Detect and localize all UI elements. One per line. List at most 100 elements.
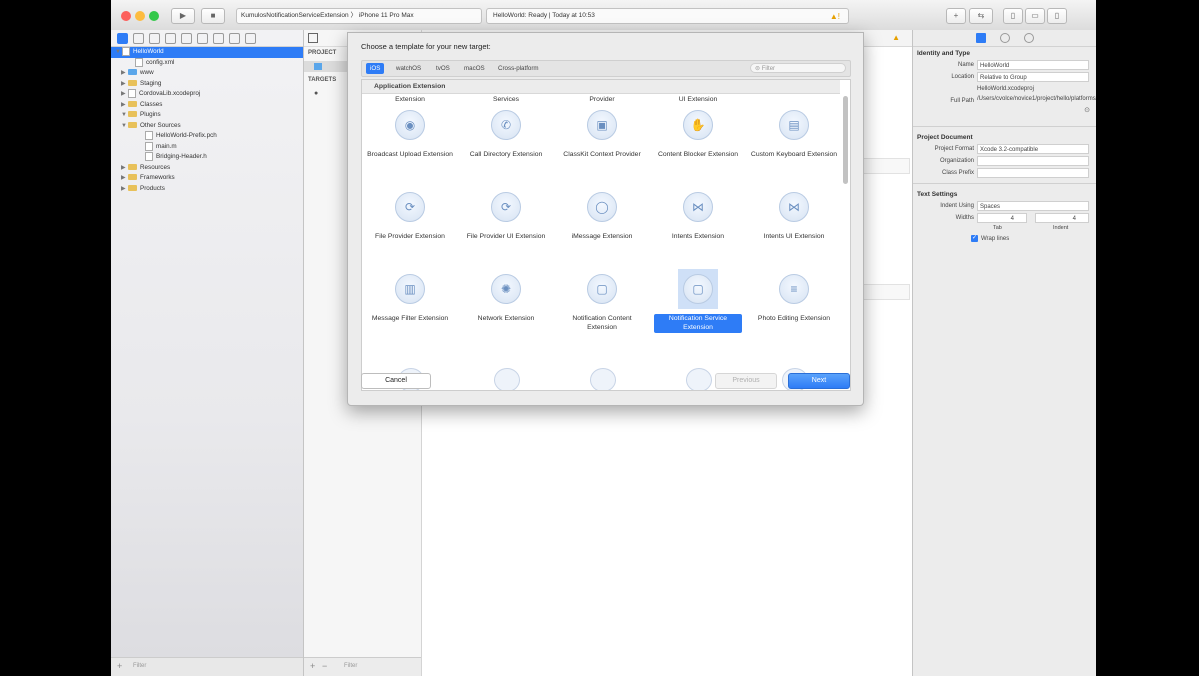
tree-item-frameworks[interactable]: ▶ Frameworks <box>111 173 303 184</box>
location-file: HelloWorld.xcodeproj <box>977 86 1034 92</box>
code-review-button[interactable]: ⇆ <box>969 8 993 24</box>
report-icon[interactable] <box>245 32 256 44</box>
tab-watchos[interactable]: watchOS <box>392 63 425 74</box>
minimize-window-button[interactable] <box>135 11 145 21</box>
template-label-partial[interactable]: Services <box>458 96 554 103</box>
disclosure-closed-icon: ▶ <box>121 101 126 108</box>
wrap-lines-label: Wrap lines <box>981 236 1010 242</box>
tree-item-bridging-header[interactable]: Bridging-Header.h <box>111 152 303 163</box>
toggle-navigator-button[interactable]: ▯ <box>1003 8 1023 24</box>
template-label-partial[interactable]: Provider <box>554 96 650 103</box>
folder-icon <box>128 163 137 170</box>
project-document-header: Project Document <box>917 134 973 141</box>
message-bubble-icon: ◯ <box>587 192 617 222</box>
indent-using-select[interactable]: Spaces <box>977 201 1089 211</box>
search-icon[interactable] <box>165 32 176 44</box>
project-icon <box>314 63 322 70</box>
tree-item-cordovalib[interactable]: ▶ CordovaLib.xcodeproj <box>111 89 303 100</box>
trash-filter-icon: ▥ <box>395 274 425 304</box>
template-label: File Provider UI Extension <box>466 233 546 240</box>
class-prefix-field[interactable] <box>977 168 1089 178</box>
tree-label: HelloWorld <box>133 48 164 56</box>
toggle-inspector-button[interactable]: ▯ <box>1047 8 1067 24</box>
scheme-selector[interactable]: KumulosNotificationServiceExtension 〉 iP… <box>236 8 482 24</box>
debug-icon[interactable] <box>213 32 224 44</box>
folder-icon[interactable] <box>117 32 128 44</box>
full-path-row: Full Path /Users/cvolce/novice1/project/… <box>913 96 1096 122</box>
inspector-tabs <box>913 30 1096 47</box>
test-icon[interactable] <box>197 32 208 44</box>
cancel-button[interactable]: Cancel <box>361 373 431 389</box>
full-path-value: /Users/cvolce/novice1/project/hello/plat… <box>977 96 1096 102</box>
tree-label: Classes <box>140 100 163 108</box>
tree-item-other-sources[interactable]: ▼ Other Sources <box>111 121 303 132</box>
template-label-partial[interactable]: Extension <box>362 96 458 103</box>
tree-item-www[interactable]: ▶ www <box>111 68 303 79</box>
editor-mode-icon[interactable] <box>308 33 318 43</box>
run-button[interactable]: ▶ <box>171 8 195 24</box>
tree-item-prefix-pch[interactable]: HelloWorld-Prefix.pch <box>111 131 303 142</box>
close-window-button[interactable] <box>121 11 131 21</box>
organization-field[interactable] <box>977 156 1089 166</box>
target-app-icon[interactable]: ● <box>314 90 318 97</box>
warning-icon[interactable]: ▲ <box>892 33 900 42</box>
navigator-filter-input[interactable]: Filter <box>133 663 146 669</box>
sidebar-right-icon: ▯ <box>1054 11 1060 20</box>
folder-icon <box>128 79 137 86</box>
xml-file-icon <box>135 57 143 67</box>
header-file-icon <box>145 131 153 140</box>
notification-icon: ▢ <box>683 274 713 304</box>
source-control-icon[interactable] <box>133 32 144 44</box>
plus-icon: + <box>953 11 959 20</box>
partial-template-icon[interactable] <box>494 368 520 390</box>
tab-caption: Tab <box>993 225 1002 231</box>
notification-icon-glyph: ▢ <box>596 282 608 296</box>
tree-item-resources[interactable]: ▶ Resources <box>111 163 303 174</box>
reveal-in-finder-icon[interactable]: ⊙ <box>1084 106 1090 114</box>
add-icon[interactable]: + <box>117 661 122 671</box>
location-select[interactable]: Relative to Group <box>977 72 1089 82</box>
next-button[interactable]: Next <box>788 373 850 389</box>
tree-item-helloworld[interactable]: ▼ HelloWorld <box>111 47 303 58</box>
grid-scrollbar[interactable] <box>843 96 848 184</box>
partial-template-icon[interactable] <box>686 368 712 390</box>
tree-item-products[interactable]: ▶ Products <box>111 184 303 195</box>
toggle-debug-button[interactable]: ▭ <box>1025 8 1045 24</box>
add-target-icon[interactable]: + <box>310 661 315 671</box>
tree-item-plugins[interactable]: ▼ Plugins <box>111 110 303 121</box>
tab-width-stepper[interactable]: 4 <box>977 213 1027 223</box>
issue-icon[interactable] <box>181 32 192 44</box>
stop-button[interactable]: ■ <box>201 8 225 24</box>
scheme-name: KumulosNotificationServiceExtension <box>241 12 349 19</box>
xcode-window: ▶ ■ KumulosNotificationServiceExtension … <box>111 0 1096 676</box>
disclosure-open-icon: ▼ <box>115 49 121 56</box>
library-button[interactable]: + <box>946 8 966 24</box>
remove-target-icon[interactable]: − <box>322 661 327 671</box>
file-inspector-icon[interactable] <box>975 33 986 43</box>
tree-item-classes[interactable]: ▶ Classes <box>111 100 303 111</box>
warning-icon[interactable]: ▲! <box>830 10 840 24</box>
zoom-window-button[interactable] <box>149 11 159 21</box>
tab-macos[interactable]: macOS <box>460 63 489 74</box>
history-icon[interactable] <box>999 33 1010 43</box>
tab-tvos[interactable]: tvOS <box>432 63 454 74</box>
tab-ios[interactable]: iOS <box>366 63 385 74</box>
tree-item-config[interactable]: config.xml <box>111 57 303 69</box>
previous-button[interactable]: Previous <box>715 373 777 389</box>
indent-width-stepper[interactable]: 4 <box>1035 213 1089 223</box>
targets-filter-input[interactable]: Filter <box>344 663 357 669</box>
wrap-lines-checkbox[interactable]: ✓ <box>971 235 978 242</box>
name-field[interactable]: HelloWorld <box>977 60 1089 70</box>
help-icon[interactable] <box>1023 33 1034 43</box>
tab-cross-platform[interactable]: Cross-platform <box>494 63 543 74</box>
breakpoint-icon[interactable] <box>229 32 240 44</box>
folder-icon <box>128 100 137 107</box>
partial-template-icon[interactable] <box>590 368 616 390</box>
symbol-icon[interactable] <box>149 32 160 44</box>
template-label-partial[interactable]: UI Extension <box>650 96 746 103</box>
tree-item-staging[interactable]: ▶ Staging <box>111 79 303 90</box>
tree-item-main-m[interactable]: main.m <box>111 141 303 153</box>
template-filter-input[interactable]: ⊜ Filter <box>750 63 846 73</box>
template-label: Notification Content Extension <box>572 315 632 331</box>
project-format-select[interactable]: Xcode 3.2-compatible <box>977 144 1089 154</box>
